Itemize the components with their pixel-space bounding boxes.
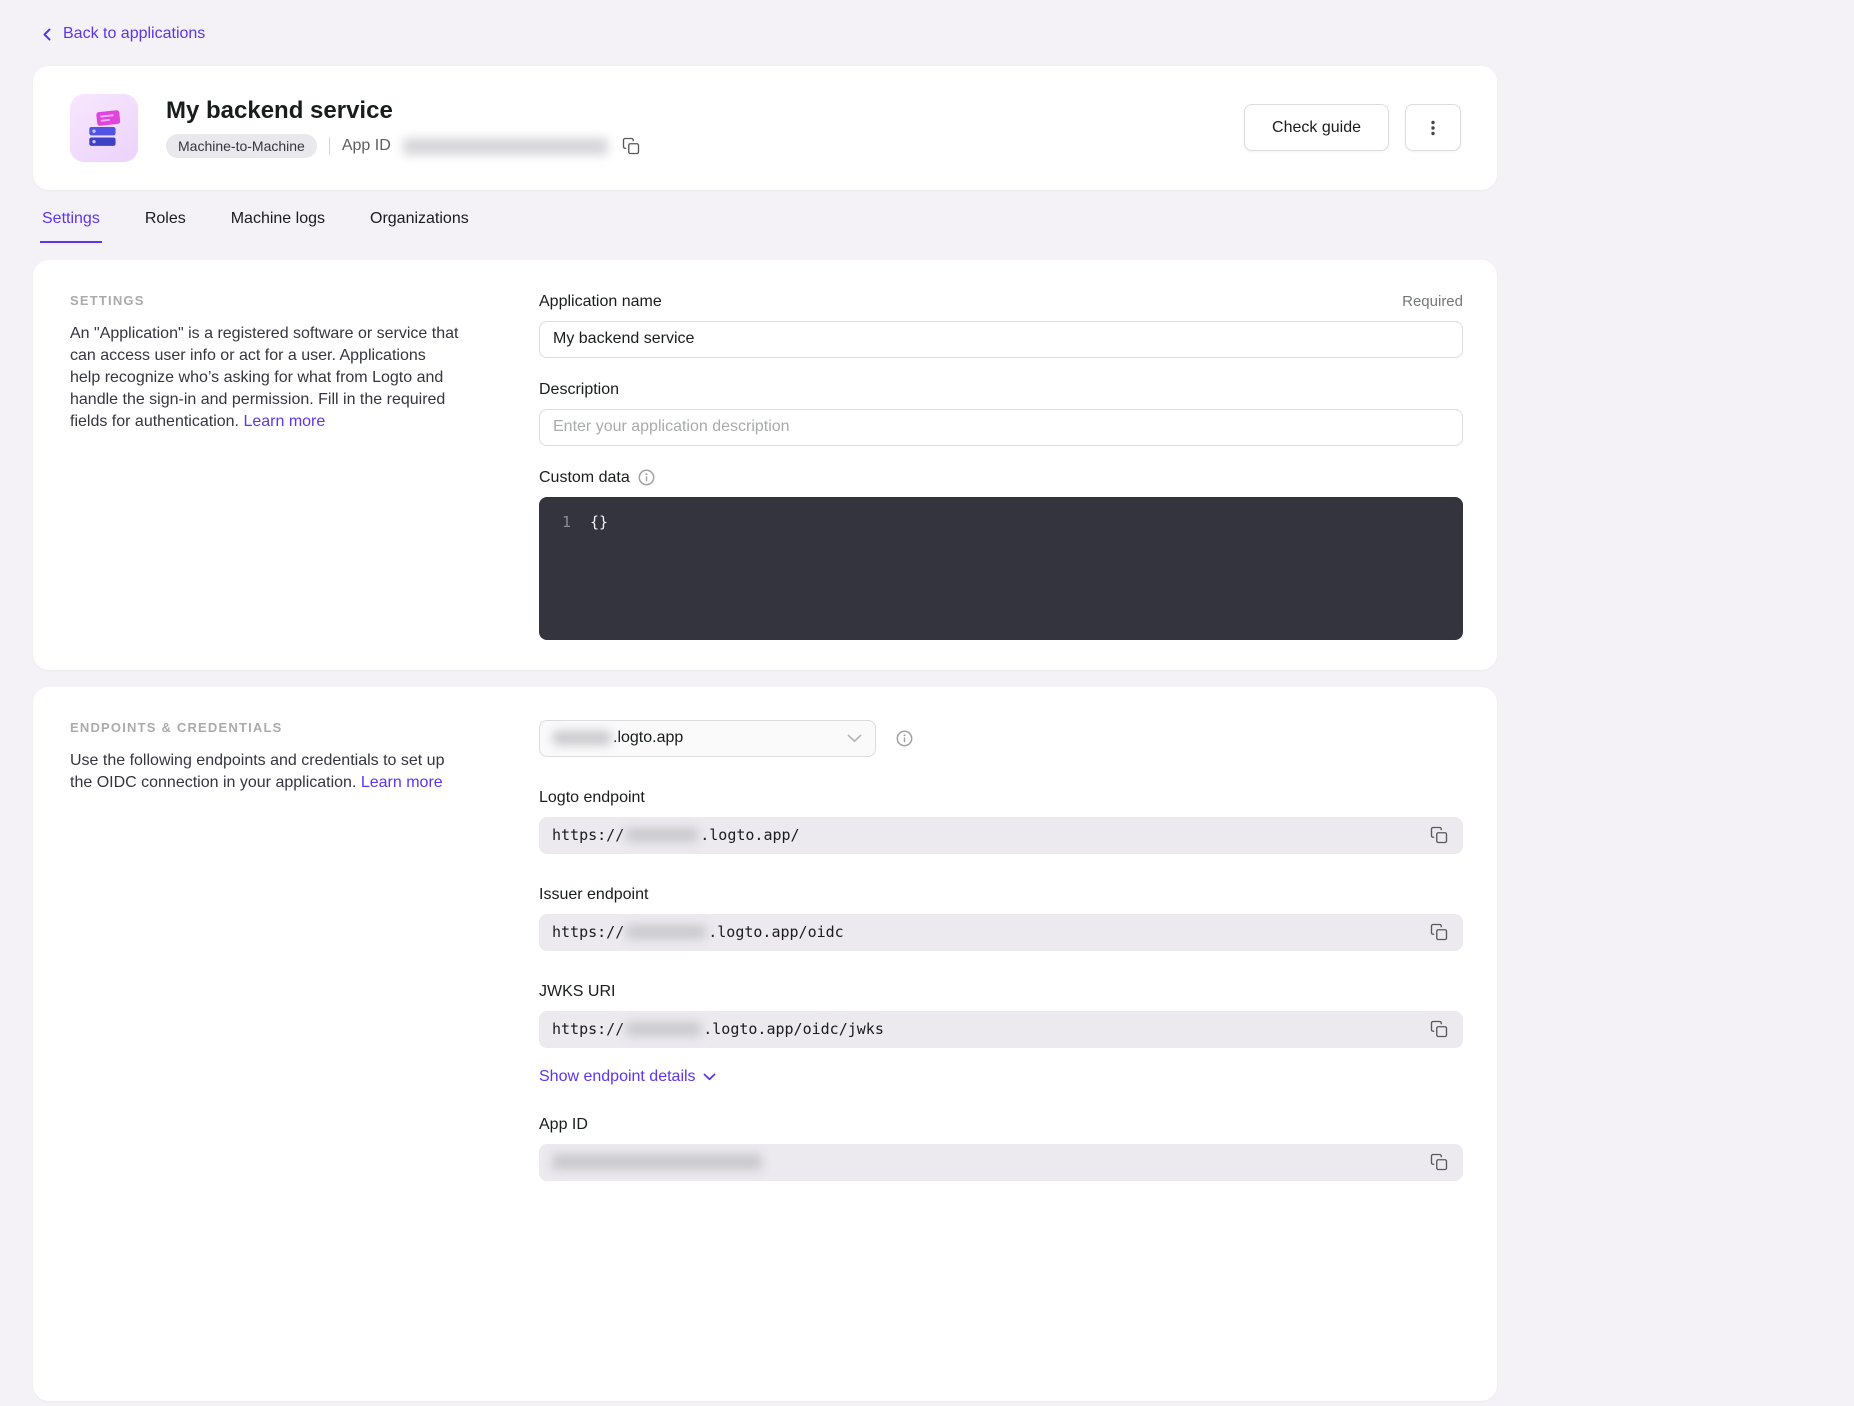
chevron-down-icon bbox=[703, 1073, 716, 1081]
endpoints-section-heading: ENDPOINTS & CREDENTIALS bbox=[70, 720, 460, 735]
issuer-endpoint-field: https:// .logto.app/oidc bbox=[539, 914, 1463, 951]
application-logo-icon bbox=[70, 94, 138, 162]
kebab-menu-icon bbox=[1424, 119, 1442, 137]
back-link-label: Back to applications bbox=[63, 25, 205, 43]
settings-section-card: SETTINGS An "Application" is a registere… bbox=[33, 260, 1497, 670]
endpoint-suffix: .logto.app/oidc/jwks bbox=[703, 1020, 884, 1038]
domain-row: .logto.app bbox=[539, 720, 1463, 757]
domain-suffix-text: .logto.app bbox=[613, 729, 683, 747]
custom-data-code-editor[interactable]: 1 {} bbox=[539, 497, 1463, 640]
app-id-label: App ID bbox=[342, 137, 391, 155]
copy-icon bbox=[1430, 1153, 1448, 1171]
domain-select[interactable]: .logto.app bbox=[539, 720, 876, 757]
application-name-input[interactable] bbox=[539, 321, 1463, 358]
show-endpoint-details-link[interactable]: Show endpoint details bbox=[539, 1068, 716, 1086]
endpoint-redacted-value bbox=[626, 828, 698, 842]
editor-line-number: 1 bbox=[539, 512, 571, 532]
copy-jwks-uri-button[interactable] bbox=[1428, 1018, 1450, 1040]
app-id-redacted-value bbox=[552, 1154, 762, 1170]
copy-icon bbox=[1430, 1020, 1448, 1038]
tab-machine-logs[interactable]: Machine logs bbox=[229, 206, 327, 243]
endpoints-section-intro: ENDPOINTS & CREDENTIALS Use the followin… bbox=[70, 720, 460, 794]
header-actions: Check guide bbox=[1244, 104, 1461, 151]
app-id-field bbox=[539, 1144, 1463, 1181]
copy-app-id-field-button[interactable] bbox=[1428, 1151, 1450, 1173]
endpoint-prefix: https:// bbox=[552, 923, 624, 941]
endpoint-redacted-value bbox=[626, 925, 706, 939]
copy-issuer-endpoint-button[interactable] bbox=[1428, 921, 1450, 943]
copy-icon bbox=[622, 137, 640, 155]
application-type-badge: Machine-to-Machine bbox=[166, 134, 317, 158]
copy-logto-endpoint-button[interactable] bbox=[1428, 824, 1450, 846]
description-input[interactable] bbox=[539, 409, 1463, 446]
tab-organizations[interactable]: Organizations bbox=[368, 206, 471, 243]
chevron-left-icon bbox=[40, 27, 54, 42]
required-indicator: Required bbox=[1402, 293, 1463, 310]
tab-bar: Settings Roles Machine logs Organization… bbox=[40, 206, 1497, 243]
application-info: My backend service Machine-to-Machine Ap… bbox=[166, 97, 642, 159]
info-icon[interactable] bbox=[896, 730, 913, 747]
settings-section-intro: SETTINGS An "Application" is a registere… bbox=[70, 293, 460, 433]
logto-endpoint-field: https:// .logto.app/ bbox=[539, 817, 1463, 854]
domain-redacted-value bbox=[553, 731, 611, 745]
endpoint-redacted-value bbox=[626, 1022, 701, 1036]
editor-code-content: {} bbox=[590, 512, 608, 532]
back-to-applications-link[interactable]: Back to applications bbox=[40, 25, 205, 43]
logto-endpoint-label: Logto endpoint bbox=[539, 789, 645, 807]
app-id-field-group: App ID bbox=[539, 1116, 1463, 1181]
jwks-uri-label: JWKS URI bbox=[539, 983, 615, 1001]
endpoint-prefix: https:// bbox=[552, 826, 624, 844]
description-field-group: Description bbox=[539, 381, 1463, 446]
app-id-redacted-value bbox=[403, 138, 608, 155]
settings-form: Application name Required Description Cu… bbox=[539, 293, 1463, 640]
copy-icon bbox=[1430, 826, 1448, 844]
settings-learn-more-link[interactable]: Learn more bbox=[243, 413, 325, 430]
jwks-uri-value: https:// .logto.app/oidc/jwks bbox=[552, 1020, 884, 1038]
back-row: Back to applications bbox=[33, 0, 1497, 66]
endpoint-prefix: https:// bbox=[552, 1020, 624, 1038]
application-meta: Machine-to-Machine App ID bbox=[166, 134, 642, 158]
endpoints-section-card: ENDPOINTS & CREDENTIALS Use the followin… bbox=[33, 687, 1497, 1401]
copy-app-id-button[interactable] bbox=[620, 135, 642, 157]
description-label: Description bbox=[539, 381, 619, 399]
custom-data-label: Custom data bbox=[539, 469, 655, 487]
logto-endpoint-value: https:// .logto.app/ bbox=[552, 826, 800, 844]
endpoints-learn-more-link[interactable]: Learn more bbox=[361, 774, 443, 791]
app-id-field-label: App ID bbox=[539, 1116, 588, 1134]
tab-settings[interactable]: Settings bbox=[40, 206, 102, 243]
settings-section-description: An "Application" is a registered softwar… bbox=[70, 323, 460, 433]
chevron-down-icon bbox=[847, 734, 862, 743]
endpoint-suffix: .logto.app/ bbox=[700, 826, 799, 844]
domain-select-value: .logto.app bbox=[553, 729, 683, 747]
custom-data-field-group: Custom data 1 {} bbox=[539, 469, 1463, 640]
application-name-field-group: Application name Required bbox=[539, 293, 1463, 358]
page-content: Back to applications My backend service … bbox=[33, 0, 1497, 1401]
tab-roles[interactable]: Roles bbox=[143, 206, 188, 243]
more-actions-button[interactable] bbox=[1405, 104, 1461, 151]
endpoint-suffix: .logto.app/oidc bbox=[708, 923, 843, 941]
endpoints-section-description: Use the following endpoints and credenti… bbox=[70, 750, 460, 794]
application-header-card: My backend service Machine-to-Machine Ap… bbox=[33, 66, 1497, 190]
copy-icon bbox=[1430, 923, 1448, 941]
show-endpoint-details-label: Show endpoint details bbox=[539, 1068, 696, 1086]
issuer-endpoint-label: Issuer endpoint bbox=[539, 886, 648, 904]
app-id-value bbox=[552, 1154, 762, 1170]
issuer-endpoint-value: https:// .logto.app/oidc bbox=[552, 923, 844, 941]
custom-data-label-text: Custom data bbox=[539, 469, 630, 487]
issuer-endpoint-group: Issuer endpoint https:// .logto.app/oidc bbox=[539, 886, 1463, 951]
application-name-label: Application name bbox=[539, 293, 662, 311]
jwks-uri-group: JWKS URI https:// .logto.app/oidc/jwks bbox=[539, 983, 1463, 1048]
meta-divider bbox=[329, 137, 330, 155]
settings-section-heading: SETTINGS bbox=[70, 293, 460, 308]
jwks-uri-field: https:// .logto.app/oidc/jwks bbox=[539, 1011, 1463, 1048]
info-icon[interactable] bbox=[638, 469, 655, 486]
check-guide-button[interactable]: Check guide bbox=[1244, 104, 1389, 151]
endpoints-form: .logto.app Logto endpoint https:// .logt… bbox=[539, 720, 1463, 1181]
application-title: My backend service bbox=[166, 97, 642, 126]
logto-endpoint-group: Logto endpoint https:// .logto.app/ bbox=[539, 789, 1463, 854]
